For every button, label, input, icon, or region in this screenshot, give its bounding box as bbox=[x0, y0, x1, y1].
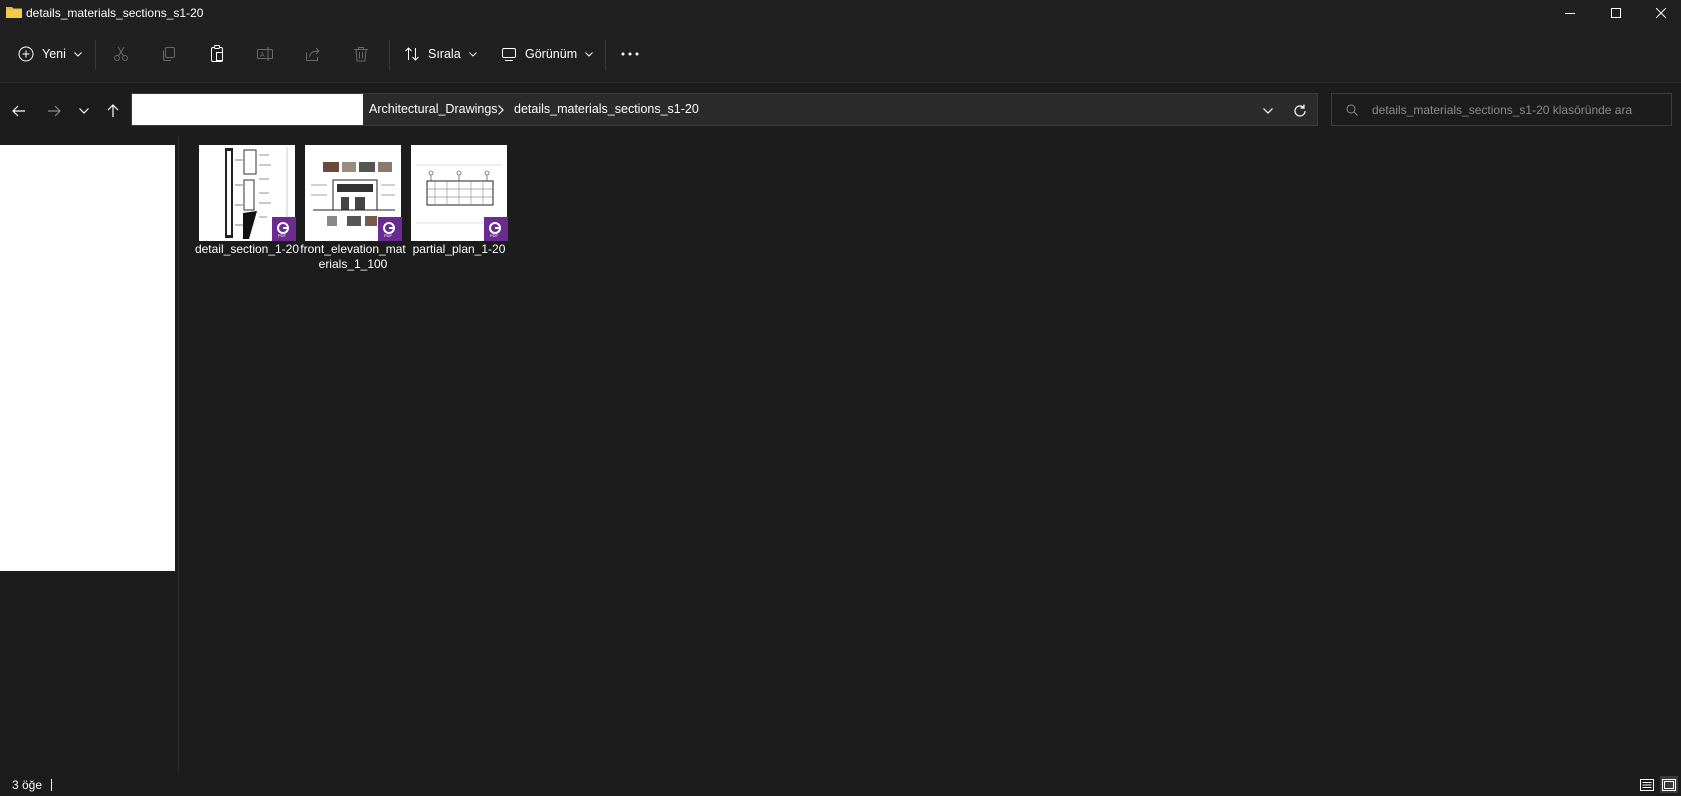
address-bar-redacted-area bbox=[132, 94, 363, 125]
file-thumbnail: PDF bbox=[199, 145, 296, 241]
details-view-icon bbox=[1640, 778, 1654, 791]
breadcrumb-item[interactable]: details_materials_sections_s1-20 bbox=[514, 102, 699, 116]
chevron-right-icon bbox=[498, 105, 504, 115]
chevron-down-icon bbox=[79, 108, 89, 114]
rename-button[interactable]: A bbox=[255, 44, 275, 64]
status-bar: 3 öğe bbox=[0, 773, 1681, 796]
refresh-button[interactable] bbox=[1289, 100, 1311, 122]
arrow-right-icon bbox=[48, 105, 61, 117]
rename-icon: A bbox=[257, 47, 273, 61]
copy-button[interactable] bbox=[159, 44, 179, 64]
maximize-icon bbox=[1610, 7, 1621, 18]
pdf-badge-text: PDF bbox=[490, 233, 499, 238]
large-icons-view-icon bbox=[1662, 778, 1676, 791]
chevron-down-icon bbox=[468, 51, 477, 57]
chevron-down-icon bbox=[1263, 108, 1273, 114]
file-name: detail_section_1-20 bbox=[194, 242, 300, 256]
file-name: front_elevation_materials_1_100 bbox=[300, 242, 406, 271]
add-circle-icon bbox=[18, 46, 34, 62]
search-icon bbox=[1346, 104, 1358, 116]
search-placeholder: details_materials_sections_s1-20 klasörü… bbox=[1372, 103, 1633, 117]
more-options-button[interactable] bbox=[620, 44, 640, 64]
minimize-icon bbox=[1564, 12, 1575, 14]
refresh-icon bbox=[1294, 104, 1306, 117]
chevron-down-icon bbox=[585, 51, 593, 57]
search-input[interactable]: details_materials_sections_s1-20 klasörü… bbox=[1331, 93, 1672, 126]
new-button[interactable]: Yeni bbox=[18, 42, 82, 66]
paste-icon bbox=[211, 45, 223, 62]
pdf-badge-text: PDF bbox=[384, 233, 393, 238]
folder-icon bbox=[6, 7, 22, 18]
new-label: Yeni bbox=[42, 47, 66, 61]
navigation-pane[interactable] bbox=[0, 145, 175, 571]
paste-button[interactable] bbox=[207, 44, 227, 64]
share-button[interactable] bbox=[303, 44, 323, 64]
file-thumbnail: PDF bbox=[305, 145, 402, 241]
close-icon bbox=[1655, 7, 1666, 18]
pdf-app-icon: PDF bbox=[277, 222, 289, 238]
view-button[interactable]: Görünüm bbox=[501, 42, 593, 66]
back-button[interactable] bbox=[8, 100, 30, 122]
text-cursor bbox=[51, 779, 52, 791]
window-title: details_materials_sections_s1-20 bbox=[26, 6, 204, 20]
chevron-down-icon bbox=[74, 51, 82, 57]
file-name: partial_plan_1-20 bbox=[412, 242, 506, 256]
arrow-left-icon bbox=[12, 105, 25, 117]
minimize-button[interactable] bbox=[1547, 0, 1593, 26]
pdf-badge-text: PDF bbox=[278, 233, 287, 238]
address-history-button[interactable] bbox=[1257, 100, 1279, 122]
divider bbox=[389, 40, 390, 70]
file-thumbnail: PDF bbox=[411, 145, 508, 241]
sort-label: Sırala bbox=[428, 47, 461, 61]
cut-icon bbox=[114, 46, 128, 61]
breadcrumb-item[interactable]: Architectural_Drawings bbox=[369, 102, 498, 116]
title-bar: details_materials_sections_s1-20 bbox=[0, 0, 1681, 26]
arrow-up-icon bbox=[107, 104, 119, 117]
copy-icon bbox=[163, 47, 175, 61]
sort-icon bbox=[405, 47, 419, 61]
up-button[interactable] bbox=[102, 100, 124, 122]
delete-button[interactable] bbox=[351, 44, 371, 64]
svg-text:A: A bbox=[260, 52, 265, 59]
navigation-bar: Architectural_Drawings details_materials… bbox=[0, 82, 1681, 137]
details-view-button[interactable] bbox=[1638, 776, 1656, 793]
pane-splitter[interactable] bbox=[178, 136, 179, 773]
pdf-badge: PDF bbox=[272, 217, 296, 241]
pdf-app-icon: PDF bbox=[489, 222, 501, 238]
forward-button[interactable] bbox=[43, 100, 65, 122]
item-count: 3 öğe bbox=[12, 778, 43, 792]
divider bbox=[605, 40, 606, 70]
share-icon bbox=[306, 47, 320, 61]
pdf-app-icon: PDF bbox=[383, 222, 395, 238]
recent-locations-button[interactable] bbox=[73, 100, 95, 122]
view-label: Görünüm bbox=[525, 47, 578, 61]
delete-icon bbox=[354, 47, 368, 62]
command-bar: Yeni A Sırala Görünüm bbox=[0, 26, 1681, 82]
maximize-button[interactable] bbox=[1593, 0, 1639, 26]
more-icon bbox=[621, 52, 639, 56]
sort-button[interactable]: Sırala bbox=[404, 42, 477, 66]
cut-button[interactable] bbox=[111, 44, 131, 64]
pdf-badge: PDF bbox=[378, 217, 402, 241]
pdf-badge: PDF bbox=[484, 217, 508, 241]
divider bbox=[95, 40, 96, 70]
close-button[interactable] bbox=[1638, 0, 1681, 26]
view-icon bbox=[502, 48, 516, 61]
large-icons-view-button[interactable] bbox=[1660, 776, 1678, 793]
